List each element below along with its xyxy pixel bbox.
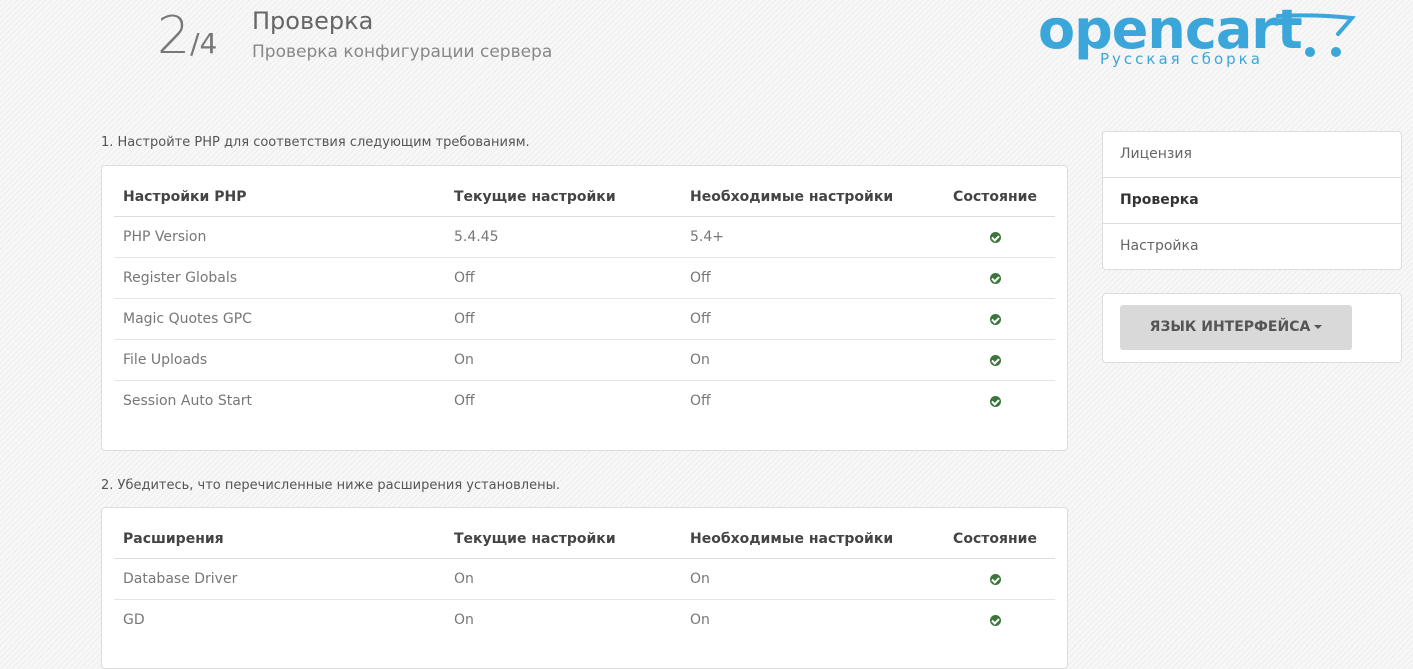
current-value: On	[445, 339, 681, 381]
extensions-table: Расширения Текущие настройки Необходимые…	[114, 520, 1055, 640]
current-value: Off	[445, 257, 681, 299]
language-button-label: ЯЗЫК ИНТЕРФЕЙСА	[1149, 319, 1311, 335]
setting-name: File Uploads	[114, 339, 445, 381]
nav-item-license[interactable]: Лицензия	[1103, 132, 1401, 178]
opencart-logo: opencart Русская сборка	[1038, 0, 1368, 76]
php-settings-panel: Настройки PHP Текущие настройки Необходи…	[101, 165, 1068, 451]
required-value: Off	[681, 257, 935, 299]
cart-icon	[1276, 13, 1357, 57]
check-circle-icon	[989, 614, 1001, 626]
setting-name: GD	[123, 612, 145, 628]
status-cell	[935, 298, 1055, 340]
step-current: 2	[157, 6, 191, 66]
required-value: 5.4+	[681, 216, 935, 258]
logo-subtext: Русская сборка	[1100, 50, 1263, 68]
check-circle-icon	[989, 354, 1001, 366]
step-total: /4	[190, 27, 218, 60]
col-header: Расширения	[114, 520, 445, 559]
section1-label: 1. Настройте PHP для соответствия следую…	[101, 135, 530, 150]
required-value: On	[681, 558, 935, 600]
table-row: PHP Version 5.4.45 5.4+	[114, 216, 1055, 258]
section2-label: 2. Убедитесь, что перечисленные ниже рас…	[101, 478, 560, 493]
required-value: Off	[681, 298, 935, 340]
current-value: On	[445, 558, 681, 600]
required-value: On	[690, 612, 710, 628]
col-header: Необходимые настройки	[681, 520, 935, 559]
table-row: Register Globals Off Off	[114, 257, 1055, 299]
php-settings-table: Настройки PHP Текущие настройки Необходи…	[114, 178, 1055, 421]
check-circle-icon	[989, 272, 1001, 284]
setting-name: PHP Version	[114, 216, 445, 258]
language-panel: ЯЗЫК ИНТЕРФЕЙСА	[1102, 293, 1402, 363]
page-subtitle: Проверка конфигурации сервера	[252, 42, 553, 62]
current-value: 5.4.45	[445, 216, 681, 258]
caret-down-icon	[1314, 325, 1323, 329]
page-heading: Проверка Проверка конфигурации сервера	[252, 6, 552, 62]
check-circle-icon	[989, 313, 1001, 325]
required-value: Off	[690, 393, 711, 409]
setting-name: Register Globals	[114, 257, 445, 299]
col-header: Текущие настройки	[445, 178, 681, 217]
nav-item-setup[interactable]: Настройка	[1103, 224, 1401, 269]
table-row: Session Auto Start Off Off	[114, 381, 1055, 422]
step-nav: Лицензия Проверка Настройка	[1102, 131, 1402, 270]
col-header: Состояние	[935, 178, 1055, 217]
check-circle-icon	[989, 573, 1001, 585]
check-circle-icon	[989, 231, 1001, 243]
setting-name: Magic Quotes GPC	[114, 298, 445, 340]
setting-name: Database Driver	[114, 558, 445, 600]
table-row: GD On On	[114, 600, 1055, 641]
setting-name: Session Auto Start	[123, 393, 253, 409]
table-row: Database Driver On On	[114, 558, 1055, 600]
language-dropdown-button[interactable]: ЯЗЫК ИНТЕРФЕЙСА	[1120, 305, 1352, 350]
table-header-row: Настройки PHP Текущие настройки Необходи…	[114, 178, 1055, 217]
status-cell	[935, 216, 1055, 258]
status-cell	[935, 558, 1055, 600]
col-header: Необходимые настройки	[681, 178, 935, 217]
status-cell	[935, 381, 1055, 422]
nav-item-check[interactable]: Проверка	[1103, 178, 1401, 224]
step-indicator: 2/4	[157, 10, 217, 62]
current-value: Off	[445, 298, 681, 340]
required-value: On	[681, 339, 935, 381]
col-header: Текущие настройки	[445, 520, 681, 559]
table-row: Magic Quotes GPC Off Off	[114, 298, 1055, 340]
page-title: Проверка	[252, 7, 374, 35]
status-cell	[935, 600, 1055, 641]
current-value: On	[454, 612, 474, 628]
status-cell	[935, 257, 1055, 299]
status-cell	[935, 339, 1055, 381]
col-header: Состояние	[935, 520, 1055, 559]
table-header-row: Расширения Текущие настройки Необходимые…	[114, 520, 1055, 559]
extensions-panel: Расширения Текущие настройки Необходимые…	[101, 507, 1068, 669]
table-row: File Uploads On On	[114, 339, 1055, 381]
col-header: Настройки PHP	[114, 178, 445, 217]
current-value: Off	[454, 393, 475, 409]
check-circle-icon	[989, 395, 1001, 407]
